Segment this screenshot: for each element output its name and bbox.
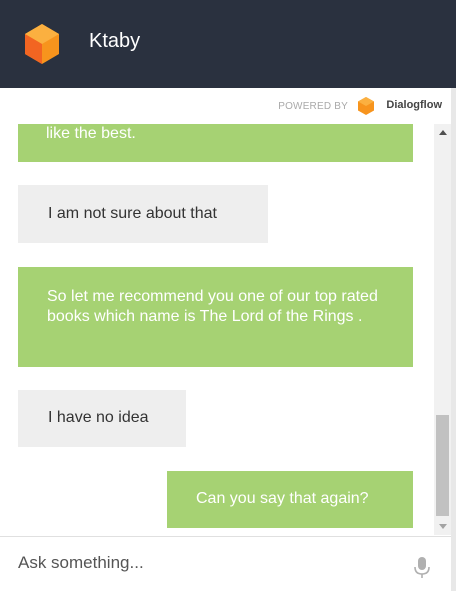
powered-by-bar: POWERED BY Dialogflow <box>0 88 456 125</box>
user-message: I have no idea <box>18 390 186 447</box>
chat-scrollbar[interactable] <box>434 124 451 535</box>
cube-logo-icon <box>25 24 59 64</box>
dialogflow-logo-icon <box>358 97 374 115</box>
message-input[interactable] <box>18 551 398 575</box>
message-list[interactable]: like the best. I am not sure about that … <box>0 124 434 535</box>
powered-by-label: POWERED BY <box>278 101 348 112</box>
bot-message: like the best. <box>18 124 413 162</box>
window-edge <box>451 88 456 591</box>
scroll-up-arrow-icon[interactable] <box>439 130 447 135</box>
bot-message: Can you say that again? <box>167 471 413 528</box>
chat-header: Ktaby <box>0 0 456 88</box>
bot-title: Ktaby <box>89 30 141 52</box>
dialogflow-brand[interactable]: Dialogflow <box>386 99 442 111</box>
scroll-down-arrow-icon[interactable] <box>439 524 447 529</box>
scrollbar-thumb[interactable] <box>436 415 449 516</box>
input-bar <box>0 536 451 592</box>
microphone-icon[interactable] <box>413 557 431 579</box>
bot-message: So let me recommend you one of our top r… <box>18 267 413 367</box>
user-message: I am not sure about that <box>18 185 268 243</box>
